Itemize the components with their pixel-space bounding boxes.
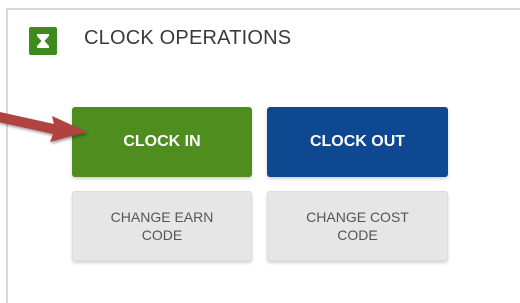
hourglass-icon bbox=[29, 27, 57, 55]
section-title: CLOCK OPERATIONS bbox=[84, 26, 292, 49]
change-cost-code-button[interactable]: CHANGE COST CODE bbox=[267, 191, 448, 261]
clock-out-button[interactable]: CLOCK OUT bbox=[267, 107, 448, 177]
section-header: CLOCK OPERATIONS bbox=[29, 27, 291, 55]
change-earn-code-button[interactable]: CHANGE EARN CODE bbox=[72, 191, 252, 261]
pointer-arrow-icon bbox=[0, 112, 87, 142]
clock-operations-screen: CLOCK OPERATIONS CLOCK IN CLOCK OUT CHAN… bbox=[0, 0, 520, 303]
